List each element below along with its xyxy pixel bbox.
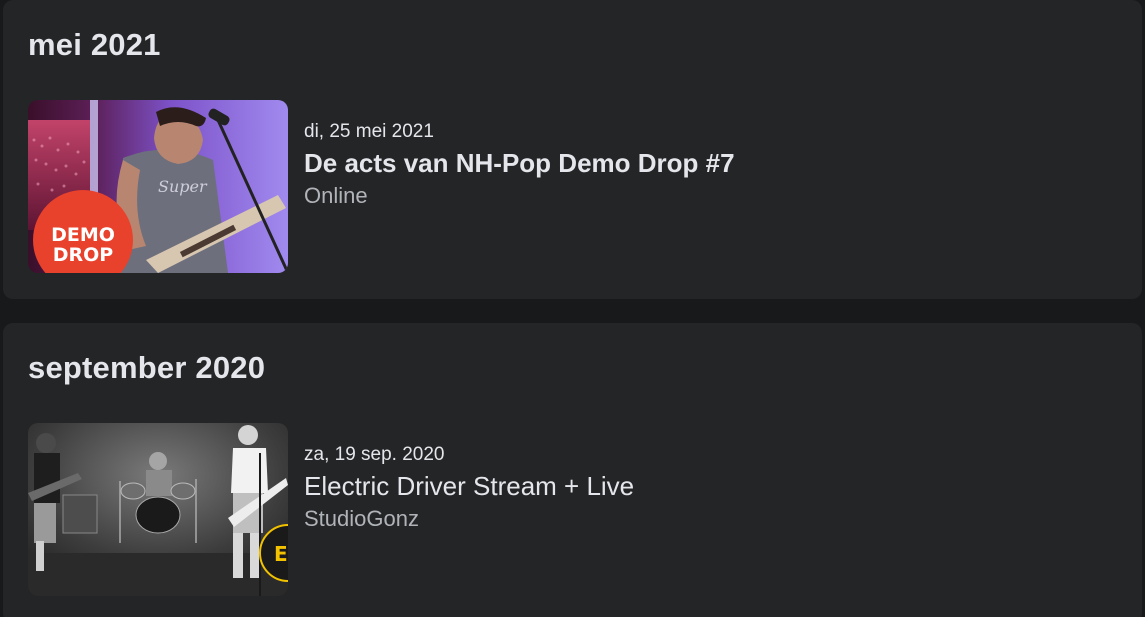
thumbnail-badge-text-2: DROP: [53, 244, 114, 266]
event-thumbnail[interactable]: EX: [28, 423, 288, 596]
band-stream-thumbnail-image: EX: [28, 423, 288, 596]
event-venue: Online: [304, 183, 368, 208]
svg-text:Super: Super: [158, 177, 208, 196]
event-details: di, 25 mei 2021 De acts van NH-Pop Demo …: [304, 120, 735, 211]
demo-drop-thumbnail-image: Super DEMO DROP: [28, 100, 288, 273]
event-item[interactable]: Super DEMO DROP di, 25 mei 2021 De acts …: [28, 100, 1118, 273]
event-title[interactable]: De acts van NH-Pop Demo Drop #7: [304, 146, 735, 180]
thumbnail-badge-text: EX: [274, 542, 288, 566]
thumbnail-badge-text-1: DEMO: [51, 224, 115, 246]
event-details: za, 19 sep. 2020 Electric Driver Stream …: [304, 443, 634, 534]
month-section-september-2020: september 2020 E za, 19 sep. 2020 Electr…: [3, 323, 1142, 617]
month-heading: september 2020: [28, 350, 266, 385]
month-section-mei-2021: mei 2021 Super DEMO DROP di, 25 mei 2021…: [3, 0, 1142, 299]
month-heading: mei 2021: [28, 27, 161, 62]
event-date: za, 19 sep. 2020: [304, 444, 445, 465]
events-page: mei 2021 Super DEMO DROP di, 25 mei 2021…: [0, 0, 1145, 617]
event-item[interactable]: EX za, 19 sep. 2020 Electric Driver Stre…: [28, 423, 1118, 596]
event-date: di, 25 mei 2021: [304, 121, 434, 142]
event-title[interactable]: Electric Driver Stream + Live: [304, 469, 634, 503]
event-venue: StudioGonz: [304, 506, 419, 531]
event-thumbnail[interactable]: Super DEMO DROP: [28, 100, 288, 273]
